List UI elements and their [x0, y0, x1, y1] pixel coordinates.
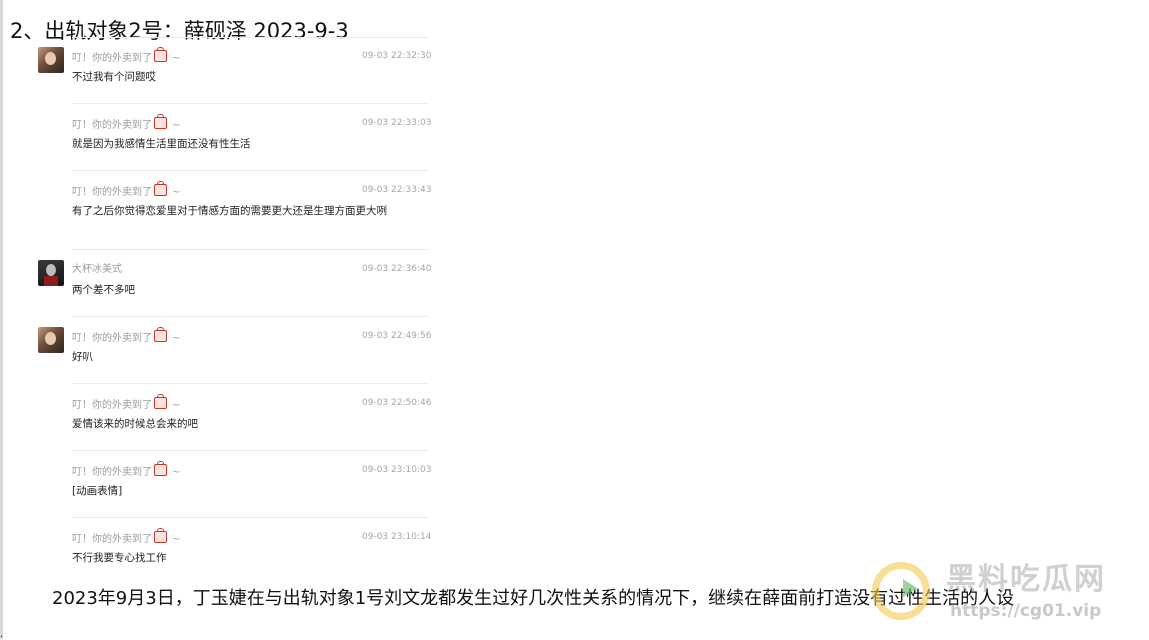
- message-time: 09-03 23:10:14: [362, 532, 432, 542]
- sender-name: 叮！你的外卖到了 ~: [72, 461, 181, 479]
- avatar: [38, 327, 64, 353]
- sender-name: 叮！你的外卖到了 ~: [72, 181, 181, 199]
- sender-name: 叮！你的外卖到了 ~: [72, 528, 181, 546]
- left-border: [0, 0, 3, 639]
- avatar: [38, 47, 64, 73]
- stray-mark: .: [0, 629, 4, 640]
- message-time: 09-03 22:50:46: [362, 398, 432, 408]
- takeout-bag-icon: [154, 47, 167, 62]
- takeout-bag-icon: [154, 181, 167, 196]
- sender-name: 叮！你的外卖到了 ~: [72, 114, 181, 132]
- takeout-bag-icon: [154, 327, 167, 342]
- message-time: 09-03 23:10:03: [362, 465, 432, 475]
- message-text: 两个差不多吧: [72, 284, 135, 296]
- message-divider: [72, 170, 428, 171]
- message-divider: [72, 103, 428, 104]
- message-divider: [72, 316, 428, 317]
- message-time: 09-03 22:49:56: [362, 331, 432, 341]
- message-divider: [72, 383, 428, 384]
- message-text: 不过我有个问题哎: [72, 71, 156, 83]
- avatar: [38, 260, 64, 286]
- message-divider: [72, 517, 428, 518]
- message-text: 爱情该来的时候总会来的吧: [72, 418, 198, 430]
- message-divider: [72, 450, 428, 451]
- message-text: 不行我要专心找工作: [72, 552, 167, 564]
- message-text: 就是因为我感情生活里面还没有性生活: [72, 138, 251, 150]
- sender-name: 叮！你的外卖到了 ~: [72, 394, 181, 412]
- watermark-title: 黑料吃瓜网: [946, 562, 1106, 597]
- message-time: 09-03 22:33:43: [362, 185, 432, 195]
- message-text: [动画表情]: [72, 485, 123, 497]
- sender-name: 叮！你的外卖到了 ~: [72, 327, 181, 345]
- message-time: 09-03 22:36:40: [362, 264, 432, 274]
- sender-name: 叮！你的外卖到了 ~: [72, 47, 181, 65]
- message-divider: [72, 249, 428, 250]
- watermark-url: https://cg01.vip: [950, 601, 1102, 621]
- message-time: 09-03 22:32:30: [362, 51, 432, 61]
- watermark-logo-icon: [872, 562, 930, 620]
- chat-log: 叮！你的外卖到了 ~ 09-03 22:32:30 不过我有个问题哎 叮！你的外…: [38, 0, 432, 570]
- message-time: 09-03 22:33:03: [362, 118, 432, 128]
- watermark: 黑料吃瓜网 https://cg01.vip: [868, 558, 1138, 630]
- takeout-bag-icon: [154, 394, 167, 409]
- takeout-bag-icon: [154, 461, 167, 476]
- takeout-bag-icon: [154, 114, 167, 129]
- takeout-bag-icon: [154, 528, 167, 543]
- message-text: 有了之后你觉得恋爱里对于情感方面的需要更大还是生理方面更大咧: [72, 205, 387, 217]
- message-text: 好叭: [72, 351, 93, 363]
- sender-name: 大杯冰美式: [72, 264, 122, 275]
